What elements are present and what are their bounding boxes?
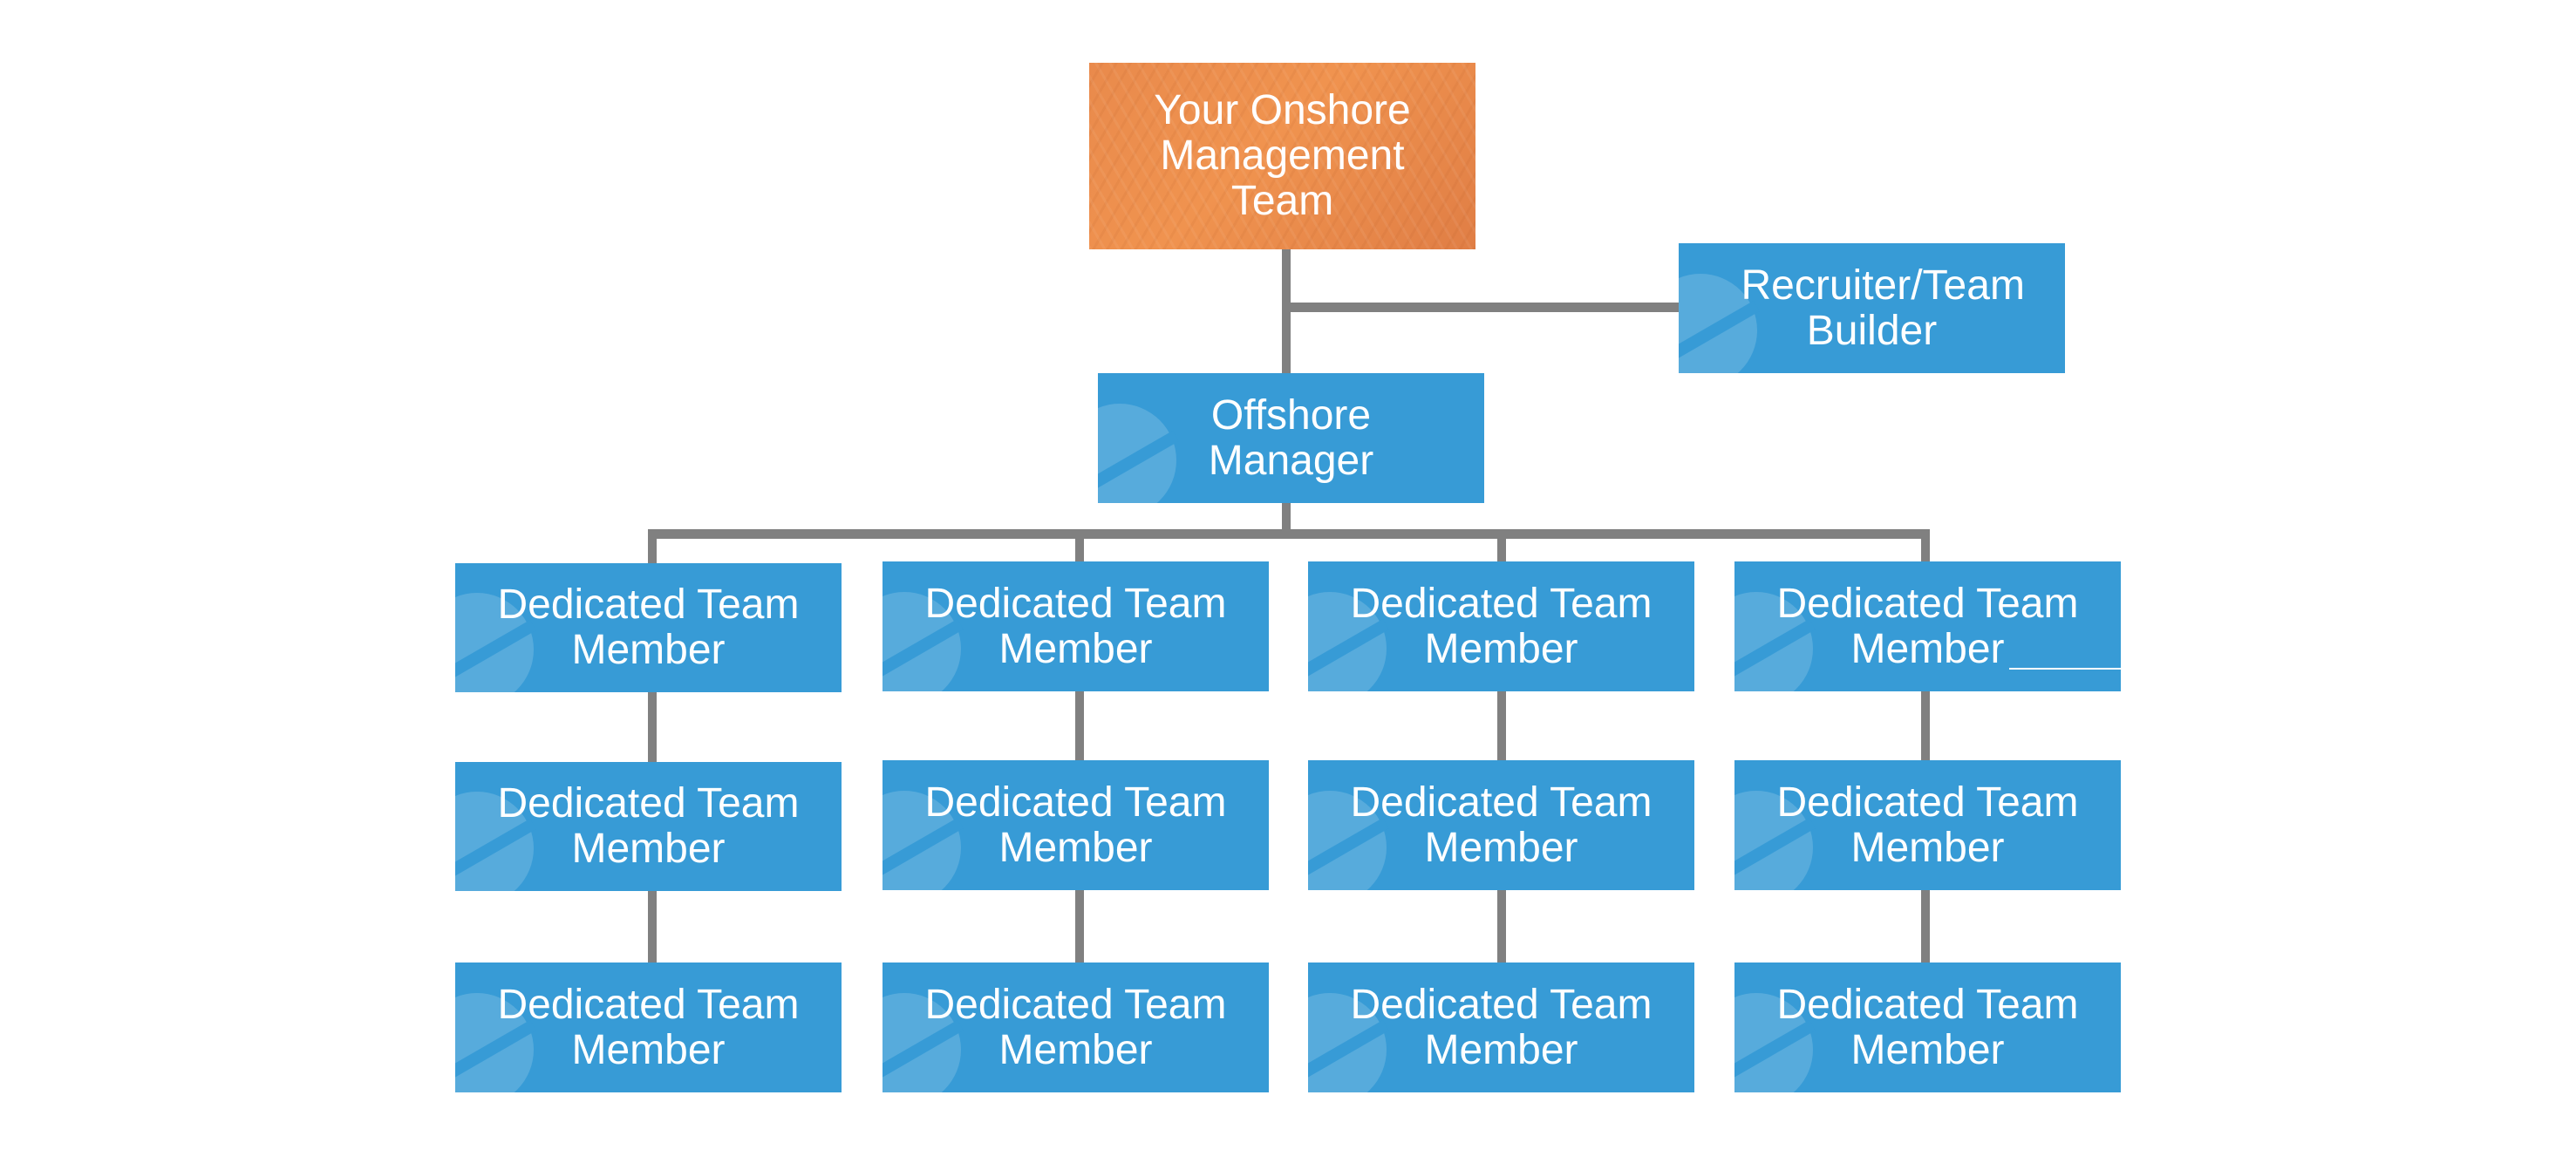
- node-label: Recruiter/Team Builder: [1741, 262, 2025, 354]
- node-label: Dedicated Team Member: [497, 780, 800, 872]
- connector-bus: [648, 529, 1930, 539]
- node-label: Dedicated Team Member: [1350, 779, 1653, 871]
- node-team-member: Dedicated Team Member: [455, 563, 842, 692]
- connector-to-recruiter: [1286, 303, 1679, 312]
- node-team-member: Dedicated Team Member: [1734, 963, 2121, 1092]
- node-label: Offshore Manager: [1208, 391, 1374, 484]
- node-team-member: Dedicated Team Member: [1308, 760, 1694, 890]
- node-label: Dedicated Team Member: [497, 582, 800, 673]
- node-label: Dedicated Team Member: [1776, 580, 2079, 672]
- node-team-member: Dedicated Team Member: [1308, 963, 1694, 1092]
- node-team-member: Dedicated Team Member: [883, 760, 1269, 890]
- node-team-member: Dedicated Team Member: [1734, 760, 2121, 890]
- node-label: Dedicated Team Member: [497, 981, 800, 1073]
- node-label: Dedicated Team Member: [924, 981, 1227, 1073]
- node-label: Dedicated Team Member: [924, 580, 1227, 672]
- node-label: Dedicated Team Member: [924, 779, 1227, 871]
- node-offshore-manager: Offshore Manager: [1098, 373, 1484, 503]
- node-label: Dedicated Team Member: [1776, 779, 2079, 871]
- node-label: Your Onshore Management Team: [1154, 87, 1411, 224]
- globe-icon: [1098, 403, 1176, 503]
- node-team-member: Dedicated Team Member: [455, 963, 842, 1092]
- node-team-member: Dedicated Team Member: [883, 963, 1269, 1092]
- node-team-member: Dedicated Team Member: [1734, 561, 2121, 691]
- node-team-member: Dedicated Team Member: [883, 561, 1269, 691]
- node-label: Dedicated Team Member: [1776, 981, 2079, 1073]
- node-onshore-management: Your Onshore Management Team: [1089, 63, 1475, 249]
- node-recruiter: Recruiter/Team Builder: [1679, 243, 2065, 373]
- node-team-member: Dedicated Team Member: [1308, 561, 1694, 691]
- node-label: Dedicated Team Member: [1350, 981, 1653, 1073]
- node-team-member: Dedicated Team Member: [455, 762, 842, 891]
- node-label: Dedicated Team Member: [1350, 580, 1653, 672]
